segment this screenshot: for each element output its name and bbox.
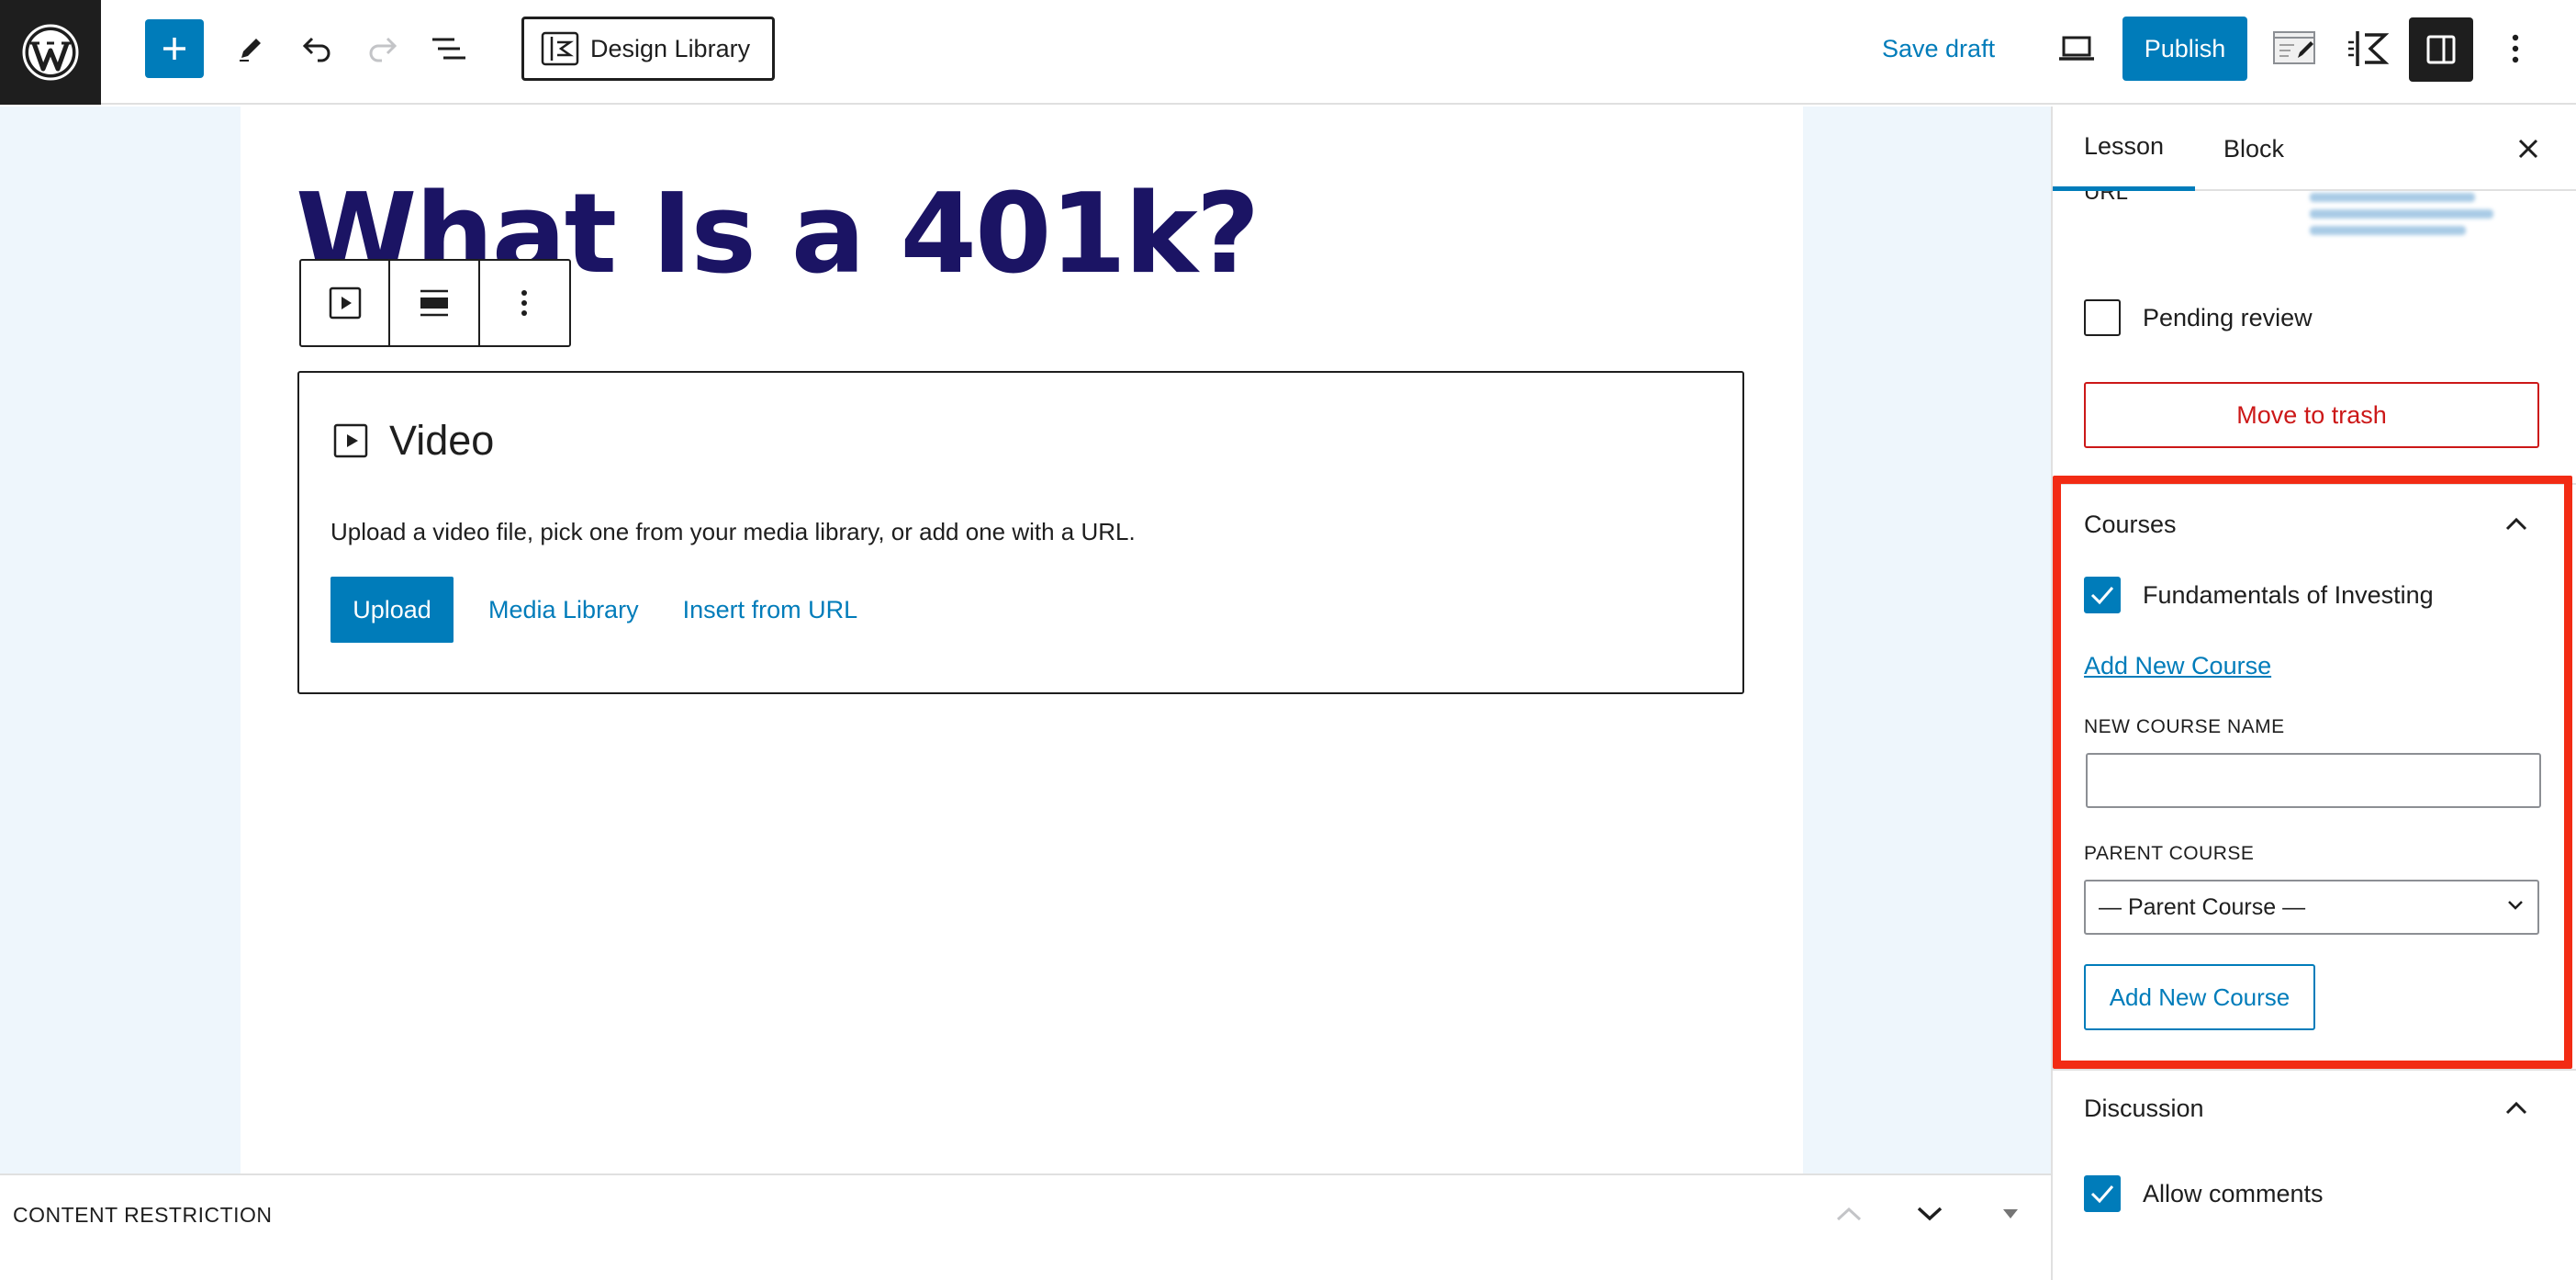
block-options-button[interactable]: [480, 261, 569, 345]
chevron-down-icon: [1917, 1207, 1943, 1221]
parent-course-selected-value: — Parent Course —: [2099, 893, 2306, 920]
block-type-switcher[interactable]: [301, 261, 391, 345]
redo-icon: [369, 37, 398, 62]
parent-course-select[interactable]: — Parent Course —: [2084, 880, 2539, 935]
laptop-icon: [2059, 36, 2094, 61]
tools-pencil-button[interactable]: [231, 29, 270, 68]
undo-button[interactable]: [297, 29, 336, 68]
pending-review-row: Pending review: [2084, 299, 2313, 336]
sidebar-tabs: Lesson Block: [2053, 107, 2576, 191]
courses-collapse-button[interactable]: [2503, 511, 2530, 538]
chevron-up-icon: [1836, 1207, 1862, 1221]
parent-course-label: PARENT COURSE: [2084, 843, 2255, 864]
caret-down-icon: [2003, 1209, 2018, 1218]
design-library-button[interactable]: Design Library: [521, 17, 775, 81]
close-icon: [2518, 139, 2538, 159]
course-checkbox[interactable]: [2084, 577, 2121, 613]
wordpress-logo-button[interactable]: [0, 0, 101, 105]
design-library-icon: [541, 31, 579, 66]
kadence-blocks-button[interactable]: [2345, 26, 2391, 72]
tab-lesson[interactable]: Lesson: [2053, 107, 2196, 191]
video-block-title: Video: [389, 417, 495, 464]
new-course-name-label: NEW COURSE NAME: [2084, 716, 2285, 737]
save-draft-button[interactable]: Save draft: [1882, 17, 1995, 81]
allow-comments-label: Allow comments: [2143, 1179, 2324, 1207]
add-block-button[interactable]: [145, 19, 204, 78]
course-option-row: Fundamentals of Investing: [2084, 577, 2434, 613]
design-library-label: Design Library: [590, 34, 751, 62]
panel-divider: [2053, 1069, 2576, 1071]
new-course-name-input[interactable]: [2086, 753, 2541, 808]
checkmark-icon: [2090, 587, 2114, 605]
video-block-icon: [329, 286, 361, 320]
notepad-edit-icon: [2273, 31, 2315, 64]
document-overview-button[interactable]: [428, 29, 470, 68]
chevron-up-icon: [2505, 517, 2527, 531]
settings-sidebar: URL Pending review Move to trash Courses…: [2051, 107, 2576, 1280]
panel-divider: [2053, 483, 2576, 485]
allow-comments-checkbox[interactable]: [2084, 1175, 2121, 1212]
vertical-ellipsis-icon: [521, 290, 528, 316]
move-down-button[interactable]: [1911, 1196, 1948, 1232]
insert-from-url-button[interactable]: Insert from URL: [683, 596, 858, 624]
publish-button[interactable]: Publish: [2122, 17, 2247, 81]
block-toolbar: [299, 259, 571, 347]
block-align-button[interactable]: [390, 261, 480, 345]
redo-button[interactable]: [364, 29, 402, 68]
list-view-icon: [432, 38, 465, 60]
pending-review-checkbox[interactable]: [2084, 299, 2121, 336]
wordpress-icon: [22, 24, 79, 81]
vertical-ellipsis-icon: [2512, 34, 2519, 63]
video-block-placeholder[interactable]: Video Upload a video file, pick one from…: [297, 371, 1744, 694]
video-block-instructions: Upload a video file, pick one from your …: [330, 518, 1136, 545]
sidebar-icon: [2426, 35, 2456, 64]
move-up-button[interactable]: [1831, 1196, 1867, 1232]
settings-sidebar-toggle[interactable]: [2409, 17, 2473, 82]
tab-block[interactable]: Block: [2192, 107, 2315, 191]
pending-review-label: Pending review: [2143, 303, 2313, 331]
add-new-course-button[interactable]: Add New Course: [2084, 964, 2315, 1030]
editor-notes-button[interactable]: [2271, 24, 2319, 72]
video-icon: [333, 423, 368, 458]
video-block-actions: Upload Media Library Insert from URL: [330, 577, 857, 643]
editor-top-toolbar: Design Library Save draft Publish: [0, 0, 2576, 105]
options-menu-button[interactable]: [2499, 29, 2532, 68]
pencil-icon: [240, 39, 261, 62]
chevron-down-icon: [2508, 901, 2523, 910]
preview-button[interactable]: [2053, 29, 2100, 68]
media-library-button[interactable]: Media Library: [488, 596, 639, 624]
video-block-heading: Video: [332, 417, 494, 465]
content-restriction-panel-bar: CONTENT RESTRICTION: [0, 1173, 2051, 1280]
chevron-up-icon: [2505, 1101, 2527, 1115]
discussion-panel-title[interactable]: Discussion: [2084, 1095, 2204, 1123]
courses-panel-title[interactable]: Courses: [2084, 511, 2177, 539]
course-name-label: Fundamentals of Investing: [2143, 580, 2434, 609]
allow-comments-row: Allow comments: [2084, 1175, 2324, 1212]
close-sidebar-button[interactable]: [2512, 132, 2545, 165]
checkmark-icon: [2090, 1185, 2114, 1204]
upload-button[interactable]: Upload: [330, 577, 454, 643]
post-url-link[interactable]: [2310, 185, 2493, 259]
add-new-course-link[interactable]: Add New Course: [2084, 652, 2271, 680]
toggle-panel-button[interactable]: [1992, 1196, 2029, 1232]
undo-icon: [302, 37, 330, 62]
discussion-collapse-button[interactable]: [2503, 1095, 2530, 1122]
move-to-trash-button[interactable]: Move to trash: [2084, 382, 2539, 448]
kadence-icon: [2348, 31, 2389, 66]
align-center-icon: [420, 289, 449, 317]
plus-icon: [163, 38, 185, 60]
content-restriction-label: CONTENT RESTRICTION: [13, 1203, 273, 1227]
